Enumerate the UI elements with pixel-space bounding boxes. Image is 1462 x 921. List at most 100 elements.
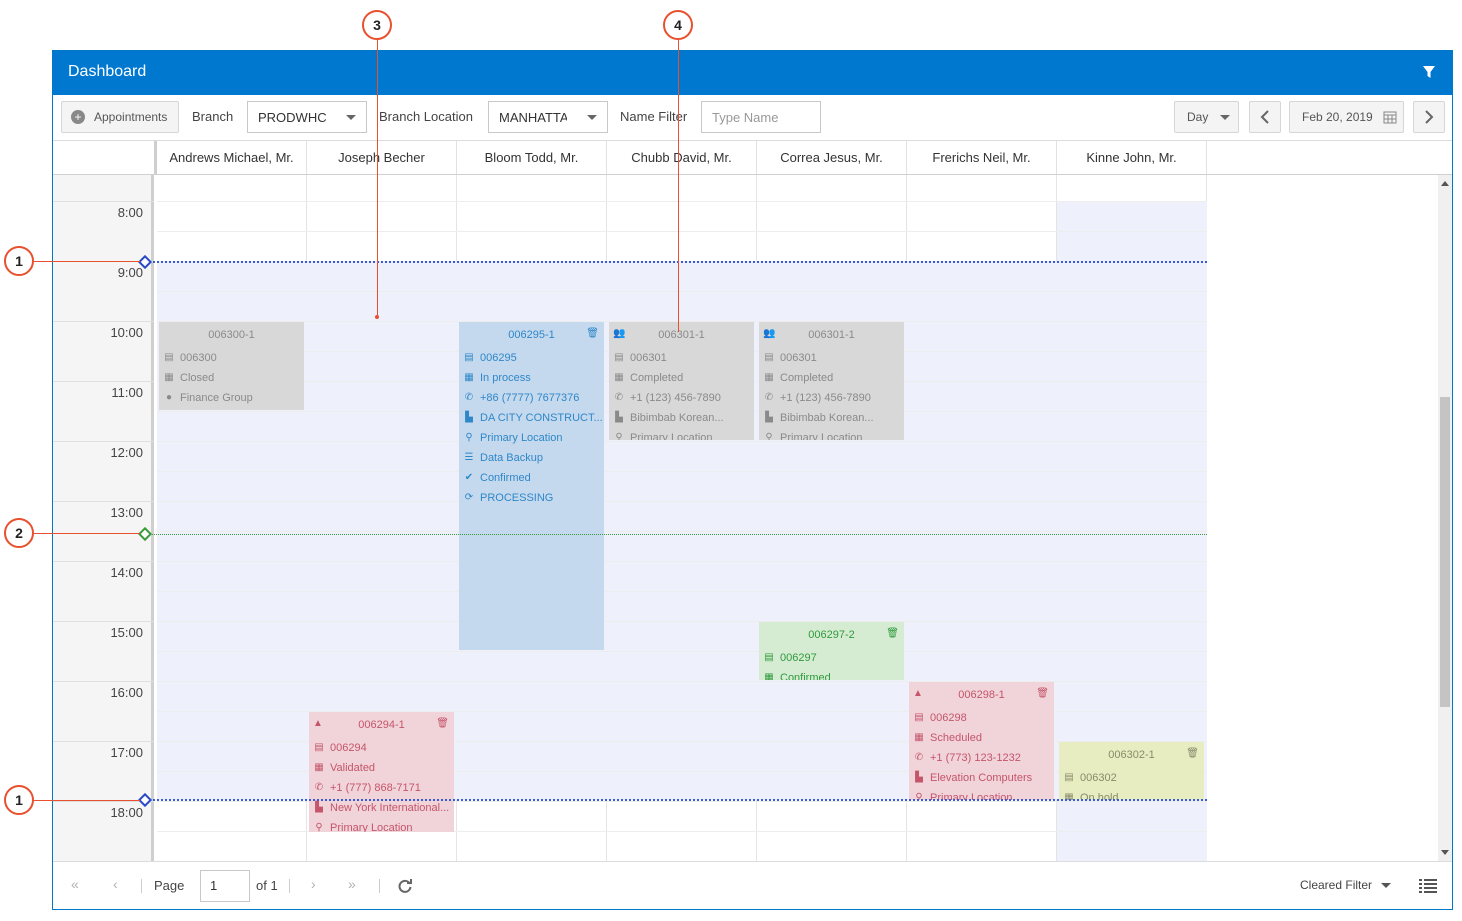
time-label: 13:00 xyxy=(110,505,143,520)
appointment-card[interactable]: 🗑 006297-2 ▤ 006297 ▦ Confirmed xyxy=(759,622,904,680)
resource-column[interactable] xyxy=(757,175,907,861)
next-day-button[interactable] xyxy=(1413,101,1445,133)
date-picker[interactable]: Feb 20, 2019 xyxy=(1289,101,1404,133)
appointment-detail: ▤ 006302 xyxy=(1059,768,1204,788)
time-line xyxy=(53,621,154,622)
column-header[interactable]: Frerichs Neil, Mr. xyxy=(907,141,1057,174)
plus-circle-icon: + xyxy=(71,110,85,124)
name-filter-input[interactable]: Type Name xyxy=(701,101,821,133)
appointments-label: Appointments xyxy=(94,110,168,124)
appointment-detail: ✔ Confirmed xyxy=(459,468,604,488)
appointment-id: 006300-1 xyxy=(208,329,255,341)
document-icon: ▤ xyxy=(614,352,624,363)
trash-icon[interactable]: 🗑 xyxy=(1186,748,1199,759)
factory-icon: ▙ xyxy=(315,802,323,813)
vertical-scrollbar[interactable] xyxy=(1438,175,1452,861)
callout-2: 2 xyxy=(4,518,34,548)
prev-day-button[interactable] xyxy=(1249,101,1281,133)
appointment-card[interactable]: ▲ 🗑 006294-1 ▤ 006294 ▦ Validated ✆ +1 (777… xyxy=(309,712,454,832)
appointment-detail: ✆ +1 (123) 456-7890 xyxy=(759,388,904,408)
calendar-icon: ▦ xyxy=(914,732,924,743)
location-pin-icon: ⚲ xyxy=(615,432,623,440)
document-icon: ▤ xyxy=(464,352,474,363)
calendar-icon: ▦ xyxy=(764,372,774,383)
callout-3: 3 xyxy=(362,10,392,40)
warning-icon: ▲ xyxy=(313,718,323,729)
appointment-card[interactable]: ▲ 🗑 006298-1 ▤ 006298 ▦ Scheduled ✆ +1 (773… xyxy=(909,682,1054,800)
work-start-line xyxy=(145,261,1207,263)
list-view-icon[interactable] xyxy=(1419,879,1437,893)
of-pages-label: of 1 xyxy=(256,878,278,893)
location-pin-icon: ⚲ xyxy=(315,822,323,832)
time-label: 17:00 xyxy=(110,745,143,760)
scrollbar-thumb[interactable] xyxy=(1440,397,1450,707)
location-pin-icon: ⚲ xyxy=(465,432,473,443)
time-label: 16:00 xyxy=(110,685,143,700)
dashboard-title: Dashboard xyxy=(68,63,147,80)
column-header[interactable]: Kinne John, Mr. xyxy=(1057,141,1207,174)
column-header[interactable]: Bloom Todd, Mr. xyxy=(457,141,607,174)
trash-icon[interactable]: 🗑 xyxy=(1036,688,1049,699)
branch-select[interactable]: PRODWHC xyxy=(247,101,367,133)
filter-status[interactable]: Cleared Filter xyxy=(1300,878,1372,892)
appointment-detail: ▦ Completed xyxy=(759,368,904,388)
scroll-up-icon[interactable] xyxy=(1441,181,1449,186)
factory-icon: ▙ xyxy=(615,412,623,423)
callout-4: 4 xyxy=(663,10,693,40)
last-page-icon[interactable]: » xyxy=(348,876,356,892)
pager-footer: « ‹ Page 1 of 1 › » Cleared Filter xyxy=(53,861,1452,909)
separator xyxy=(141,879,142,893)
callout-2-leader xyxy=(34,533,140,534)
time-label: 14:00 xyxy=(110,565,143,580)
calendar-icon: ▦ xyxy=(614,372,624,383)
appointment-card[interactable]: 👥 006301-1 ▤ 006301 ▦ Completed ✆ +1 (123) … xyxy=(609,322,754,440)
column-header[interactable]: Andrews Michael, Mr. xyxy=(157,141,307,174)
trash-icon[interactable]: 🗑 xyxy=(586,328,599,339)
calendar-icon: ▦ xyxy=(464,372,474,383)
grid-line xyxy=(157,201,1207,202)
resource-column[interactable] xyxy=(157,175,307,861)
first-page-icon[interactable]: « xyxy=(71,876,79,892)
appointment-card[interactable]: 👥 006301-1 ▤ 006301 ▦ Completed ✆ +1 (123) … xyxy=(759,322,904,440)
page-input[interactable]: 1 xyxy=(200,870,250,902)
document-icon: ▤ xyxy=(164,352,174,363)
grid-line xyxy=(157,561,1207,562)
next-page-icon[interactable]: › xyxy=(311,876,316,892)
appointment-detail: ✆ +1 (773) 123-1232 xyxy=(909,748,1054,768)
add-appointments-button[interactable]: + Appointments xyxy=(61,101,179,133)
appointment-detail: ▦ Completed xyxy=(609,368,754,388)
refresh-icon[interactable] xyxy=(397,878,413,894)
callout-3-dot xyxy=(375,315,379,319)
column-header[interactable]: Correa Jesus, Mr. xyxy=(757,141,907,174)
time-label: 18:00 xyxy=(110,805,143,820)
chevron-down-icon[interactable] xyxy=(1381,883,1391,888)
group-icon: 👥 xyxy=(613,328,626,339)
time-label: 15:00 xyxy=(110,625,143,640)
scroll-down-icon[interactable] xyxy=(1441,850,1449,855)
column-header[interactable]: Joseph Becher xyxy=(307,141,457,174)
appointment-id: 006297-2 xyxy=(808,629,855,641)
appointment-card[interactable]: 🗑 006295-1 ▤ 006295 ▦ In process ✆ +86 (777… xyxy=(459,322,604,650)
branch-location-select[interactable]: MANHATTAN xyxy=(488,101,608,133)
trash-icon[interactable]: 🗑 xyxy=(436,718,449,729)
appointment-detail: ▤ 006301 xyxy=(759,348,904,368)
current-time-line xyxy=(145,534,1207,535)
appointment-detail: ⚲ Primary Location xyxy=(609,428,754,440)
trash-icon[interactable]: 🗑 xyxy=(886,628,899,639)
filter-icon[interactable] xyxy=(1422,65,1436,79)
resource-column[interactable] xyxy=(607,175,757,861)
appointment-card[interactable]: 🗑 006302-1 ▤ 006302 ▦ On hold xyxy=(1059,742,1204,800)
appointment-detail: ⚲ Primary Location xyxy=(759,428,904,440)
toolbar: + Appointments Branch PRODWHC Branch Loc… xyxy=(53,95,1452,141)
callout-4-leader xyxy=(678,40,679,332)
column-header[interactable]: Chubb David, Mr. xyxy=(607,141,757,174)
view-select[interactable]: Day xyxy=(1174,101,1239,133)
appointment-detail: ▦ Confirmed xyxy=(759,668,904,680)
column-headers: Andrews Michael, Mr. Joseph Becher Bloom… xyxy=(53,141,1452,175)
factory-icon: ▙ xyxy=(915,772,923,783)
prev-page-icon[interactable]: ‹ xyxy=(113,876,118,892)
time-label: 10:00 xyxy=(110,325,143,340)
appointment-card[interactable]: 006300-1 ▤ 006300 ▦ Closed ● Finance Group xyxy=(159,322,304,410)
page-label: Page xyxy=(154,878,185,893)
branch-location-value: MANHATTAN xyxy=(499,109,567,125)
